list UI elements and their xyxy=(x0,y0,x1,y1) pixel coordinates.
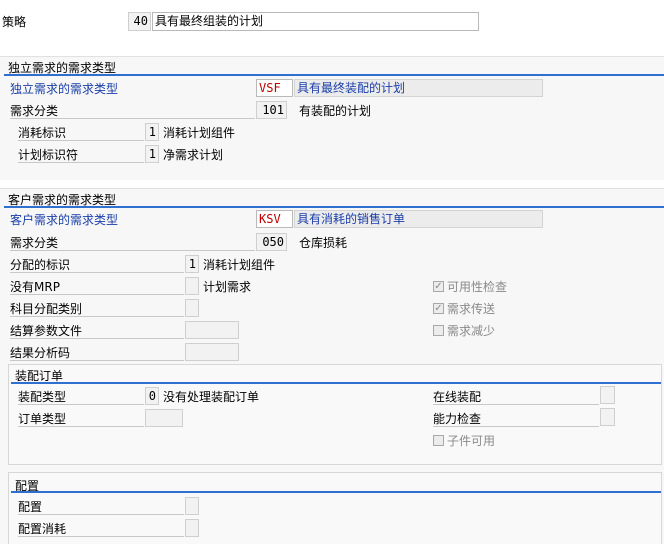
planning-indicator-label: 计划标识符 xyxy=(18,148,144,163)
configuration-field[interactable] xyxy=(185,497,199,515)
assembly-type-description: 没有处理装配订单 xyxy=(163,390,260,404)
order-type-field[interactable] xyxy=(145,409,183,427)
no-mrp-label: 没有MRP xyxy=(10,280,184,295)
customer-class-description: 仓库损耗 xyxy=(299,236,348,250)
availability-check-checkbox[interactable]: ✓ xyxy=(433,281,444,292)
strategy-code-field[interactable]: 40 xyxy=(128,12,151,31)
planning-indicator-description: 净需求计划 xyxy=(163,148,224,162)
planning-indicator-field[interactable]: 1 xyxy=(145,145,159,163)
assembly-type-field[interactable]: 0 xyxy=(145,387,159,405)
configuration-consumption-label: 配置消耗 xyxy=(18,522,184,537)
consumption-indicator-description: 消耗计划组件 xyxy=(163,126,236,140)
allocation-indicator-field[interactable]: 1 xyxy=(185,255,199,273)
customer-class-label: 需求分类 xyxy=(10,236,255,251)
requirements-reduction-label: 需求减少 xyxy=(447,324,496,338)
independent-class-code-field[interactable]: 101 xyxy=(256,101,287,119)
requirements-reduction-checkbox[interactable] xyxy=(433,325,444,336)
requirements-transfer-checkbox[interactable]: ✓ xyxy=(433,303,444,314)
assembly-order-divider xyxy=(11,382,661,384)
independent-type-label: 独立需求的需求类型 xyxy=(10,82,119,96)
customer-class-code-field[interactable]: 050 xyxy=(256,233,287,251)
section-divider xyxy=(4,206,664,208)
account-assignment-field[interactable] xyxy=(185,299,199,317)
independent-type-description: 具有最终装配的计划 xyxy=(294,79,543,97)
customer-type-description: 具有消耗的销售订单 xyxy=(294,210,543,228)
consumption-indicator-label: 消耗标识 xyxy=(18,126,144,141)
independent-class-description: 有装配的计划 xyxy=(299,104,372,118)
components-availability-checkbox[interactable] xyxy=(433,435,444,446)
online-assembly-field[interactable] xyxy=(600,386,615,404)
allocation-indicator-label: 分配的标识 xyxy=(10,258,184,273)
assembly-type-label: 装配类型 xyxy=(18,390,144,405)
independent-type-code-field[interactable]: VSF xyxy=(256,79,293,97)
independent-class-label: 需求分类 xyxy=(10,104,255,119)
configuration-divider xyxy=(11,491,661,493)
configuration-consumption-field[interactable] xyxy=(185,519,199,537)
settlement-profile-field[interactable] xyxy=(185,321,239,339)
order-type-label: 订单类型 xyxy=(18,412,144,427)
results-analysis-key-label: 结果分析码 xyxy=(10,346,184,361)
strategy-label: 策略 xyxy=(2,15,27,29)
settlement-profile-label: 结算参数文件 xyxy=(10,324,184,339)
results-analysis-key-field[interactable] xyxy=(185,343,239,361)
availability-check-label: 可用性检查 xyxy=(447,280,508,294)
allocation-indicator-description: 消耗计划组件 xyxy=(203,258,276,272)
capacity-check-label: 能力检查 xyxy=(433,412,599,427)
strategy-description-field[interactable]: 具有最终组装的计划 xyxy=(152,12,479,31)
consumption-indicator-field[interactable]: 1 xyxy=(145,123,159,141)
requirements-transfer-label: 需求传送 xyxy=(447,302,496,316)
account-assignment-label: 科目分配类别 xyxy=(10,302,184,317)
configuration-label: 配置 xyxy=(18,500,184,515)
no-mrp-field[interactable] xyxy=(185,277,199,295)
online-assembly-label: 在线装配 xyxy=(433,390,599,405)
no-mrp-description: 计划需求 xyxy=(203,280,252,294)
section-divider xyxy=(4,74,664,76)
components-availability-label: 子件可用 xyxy=(447,434,496,448)
customer-type-code-field[interactable]: KSV xyxy=(256,210,293,228)
capacity-check-field[interactable] xyxy=(600,408,615,426)
customer-type-label: 客户需求的需求类型 xyxy=(10,213,119,227)
